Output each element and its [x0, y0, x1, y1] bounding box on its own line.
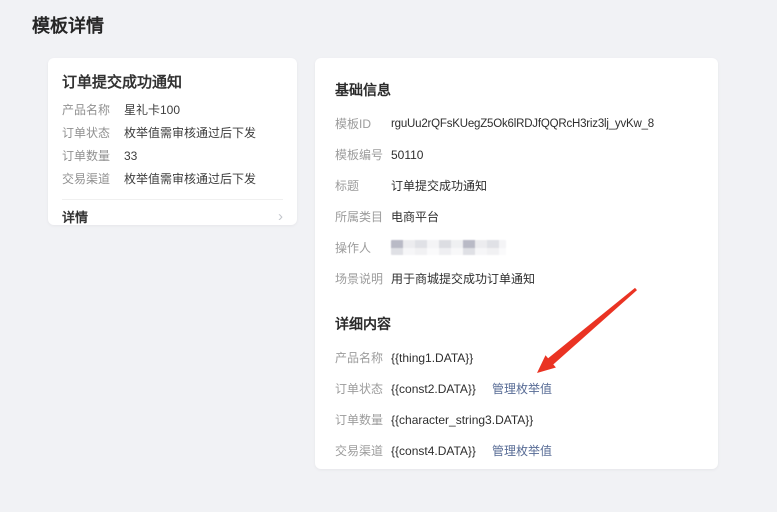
template-variable: {{const4.DATA}}	[391, 443, 476, 460]
manage-enum-values-link[interactable]: 管理枚举值	[492, 443, 552, 460]
field-label: 模板编号	[335, 147, 391, 164]
template-variable: {{thing1.DATA}}	[391, 350, 473, 367]
details-link-row[interactable]: 详情 ›	[62, 200, 283, 232]
field-value: 用于商城提交成功订单通知	[391, 271, 535, 288]
field-label: 订单状态	[62, 126, 124, 141]
field-row-product-name: 产品名称 星礼卡100	[62, 103, 283, 118]
template-variable: {{character_string3.DATA}}	[391, 412, 533, 429]
field-row-order-status-var: 订单状态 {{const2.DATA}} 管理枚举值	[335, 381, 698, 398]
field-value: 枚举值需审核通过后下发	[124, 126, 256, 141]
field-label: 产品名称	[335, 350, 391, 367]
field-label: 标题	[335, 178, 391, 195]
page-title: 模板详情	[32, 12, 104, 38]
field-row-order-quantity: 订单数量 33	[62, 149, 283, 164]
field-row-product-name-var: 产品名称 {{thing1.DATA}}	[335, 350, 698, 367]
field-row-template-number: 模板编号 50110	[335, 147, 698, 164]
template-variable: {{const2.DATA}}	[391, 381, 476, 398]
field-row-title: 标题 订单提交成功通知	[335, 178, 698, 195]
field-row-category: 所属类目 电商平台	[335, 209, 698, 226]
field-value: 订单提交成功通知	[391, 178, 487, 195]
field-label: 模板ID	[335, 116, 391, 133]
field-value: 星礼卡100	[124, 103, 180, 118]
template-preview-card: 订单提交成功通知 产品名称 星礼卡100 订单状态 枚举值需审核通过后下发 订单…	[48, 58, 297, 225]
field-label: 产品名称	[62, 103, 124, 118]
field-row-scene-description: 场景说明 用于商城提交成功订单通知	[335, 271, 698, 288]
preview-card-title: 订单提交成功通知	[62, 71, 283, 92]
field-row-operator: 操作人	[335, 240, 698, 257]
template-detail-card: 基础信息 模板ID rguUu2rQFsKUegZ5Ok6lRDJfQQRcH3…	[315, 58, 718, 469]
template-id-value: rguUu2rQFsKUegZ5Ok6lRDJfQQRcH3riz3lj_yvK…	[391, 116, 654, 133]
field-value: 33	[124, 149, 137, 164]
manage-enum-values-link[interactable]: 管理枚举值	[492, 381, 552, 398]
field-label: 所属类目	[335, 209, 391, 226]
field-label: 交易渠道	[335, 443, 391, 460]
field-row-order-quantity-var: 订单数量 {{character_string3.DATA}}	[335, 412, 698, 429]
operator-redacted-value	[391, 240, 506, 255]
field-row-order-status: 订单状态 枚举值需审核通过后下发	[62, 126, 283, 141]
field-row-template-id: 模板ID rguUu2rQFsKUegZ5Ok6lRDJfQQRcH3riz3l…	[335, 116, 698, 133]
field-label: 场景说明	[335, 271, 391, 288]
chevron-right-icon: ›	[278, 209, 283, 224]
field-value: 电商平台	[391, 209, 439, 226]
field-label: 交易渠道	[62, 172, 124, 187]
field-label: 订单数量	[62, 149, 124, 164]
field-value: 50110	[391, 147, 423, 164]
field-row-trade-channel: 交易渠道 枚举值需审核通过后下发	[62, 172, 283, 187]
field-label: 订单数量	[335, 412, 391, 429]
details-link-label: 详情	[62, 207, 88, 226]
field-row-trade-channel-var: 交易渠道 {{const4.DATA}} 管理枚举值	[335, 443, 698, 460]
field-value: 枚举值需审核通过后下发	[124, 172, 256, 187]
field-label: 操作人	[335, 240, 391, 257]
basic-info-section-title: 基础信息	[335, 80, 698, 100]
detail-content-section-title: 详细内容	[335, 314, 698, 334]
field-label: 订单状态	[335, 381, 391, 398]
